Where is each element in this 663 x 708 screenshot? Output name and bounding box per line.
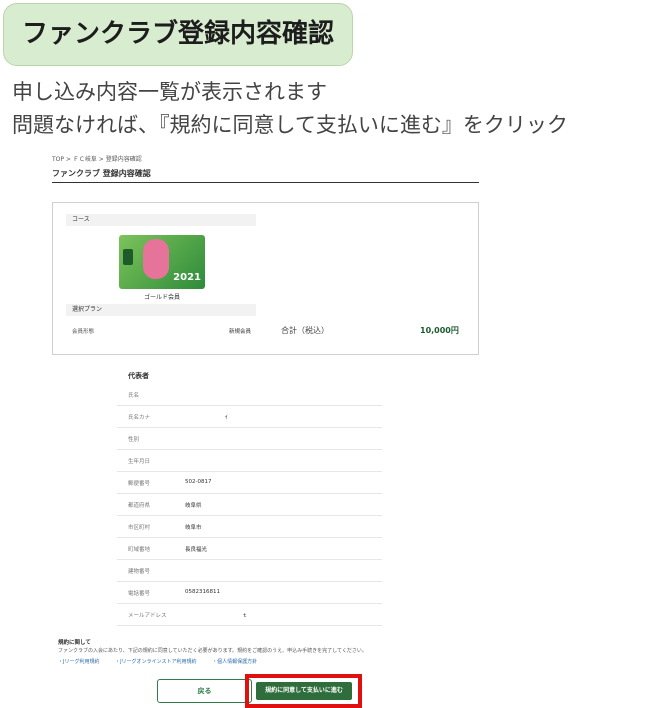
row-label: 生年月日 (128, 459, 151, 465)
row-value: 岐阜市 (185, 525, 202, 531)
course-summary-card: コース 2021 ゴールド会員 選択プラン 会員形態 新規会員 合計（税込） 1… (52, 202, 479, 355)
row-value: ｲ (225, 415, 228, 421)
row-label: 町域番地 (128, 547, 151, 553)
club-emblem-icon (123, 249, 133, 265)
representative-heading: 代表者 (128, 372, 149, 380)
row-label: 氏名カナ (128, 415, 151, 421)
table-row: メールアドレス ｔ (117, 603, 382, 626)
membership-card-image: 2021 (119, 235, 205, 289)
plan-label: 選択プラン (66, 304, 256, 316)
terms-links: ・Jリーグ利用規約 ・Jリーグオンラインストア利用規約 ・個人情報保護方針 (58, 658, 271, 665)
title-underline (52, 182, 479, 183)
breadcrumb[interactable]: TOP > ＦＣ岐阜 > 登録内容確認 (52, 154, 142, 163)
row-value: 0582316811 (185, 589, 220, 595)
row-value: 長良福光 (185, 547, 208, 553)
highlight-box (245, 674, 362, 708)
page-heading: ファンクラブ登録内容確認 (3, 3, 353, 66)
total-amount: 10,000円 (420, 326, 459, 335)
jleague-terms-link[interactable]: ・Jリーグ利用規約 (58, 659, 99, 665)
row-label: 郵便番号 (128, 481, 151, 487)
table-row: 都道府県 岐阜県 (117, 493, 382, 516)
privacy-policy-link[interactable]: ・個人情報保護方針 (212, 659, 257, 665)
row-label: 建物番号 (128, 569, 151, 575)
table-row: 氏名カナ ｲ (117, 405, 382, 428)
card-year: 2021 (173, 272, 201, 283)
table-row: 電話番号 0582316811 (117, 581, 382, 604)
back-button[interactable]: 戻る (157, 679, 252, 703)
row-label: 電話番号 (128, 591, 151, 597)
instruction-line-1: 申し込み内容一覧が表示されます (12, 80, 327, 104)
table-row: 生年月日 (117, 449, 382, 472)
page-title: ファンクラブ 登録内容確認 (52, 169, 151, 178)
row-label: メールアドレス (128, 613, 167, 619)
embedded-screenshot: TOP > ＦＣ岐阜 > 登録内容確認 ファンクラブ 登録内容確認 コース 20… (0, 150, 663, 708)
row-label: 性別 (128, 437, 140, 443)
terms-heading: 規約に関して (58, 640, 91, 646)
row-label: 市区町村 (128, 525, 151, 531)
online-store-terms-link[interactable]: ・Jリーグオンラインストア利用規約 (115, 659, 196, 665)
plan-row-value: 新規会員 (229, 329, 252, 335)
row-value: ｔ (242, 613, 248, 619)
mascot-icon (143, 239, 169, 279)
table-row: 町域番地 長良福光 (117, 537, 382, 560)
table-row: 市区町村 岐阜市 (117, 515, 382, 538)
instruction-line-2: 問題なければ、『規約に同意して支払いに進む』をクリック (12, 113, 568, 137)
table-row: 建物番号 (117, 559, 382, 582)
terms-text: ファンクラブの入会にあたり、下記の規約に同意していただく必要があります。規約をご… (58, 648, 367, 654)
total-label: 合計（税込） (281, 326, 329, 335)
course-label: コース (66, 214, 256, 226)
row-value: 502-0817 (185, 479, 212, 485)
table-row: 氏名 (117, 383, 382, 406)
table-row: 性別 (117, 427, 382, 450)
row-label: 氏名 (128, 393, 140, 399)
plan-row-label: 会員形態 (72, 329, 95, 335)
row-label: 都道府県 (128, 503, 151, 509)
card-name: ゴールド会員 (143, 294, 180, 301)
row-value: 岐阜県 (185, 503, 202, 509)
table-row: 郵便番号 502-0817 (117, 471, 382, 494)
